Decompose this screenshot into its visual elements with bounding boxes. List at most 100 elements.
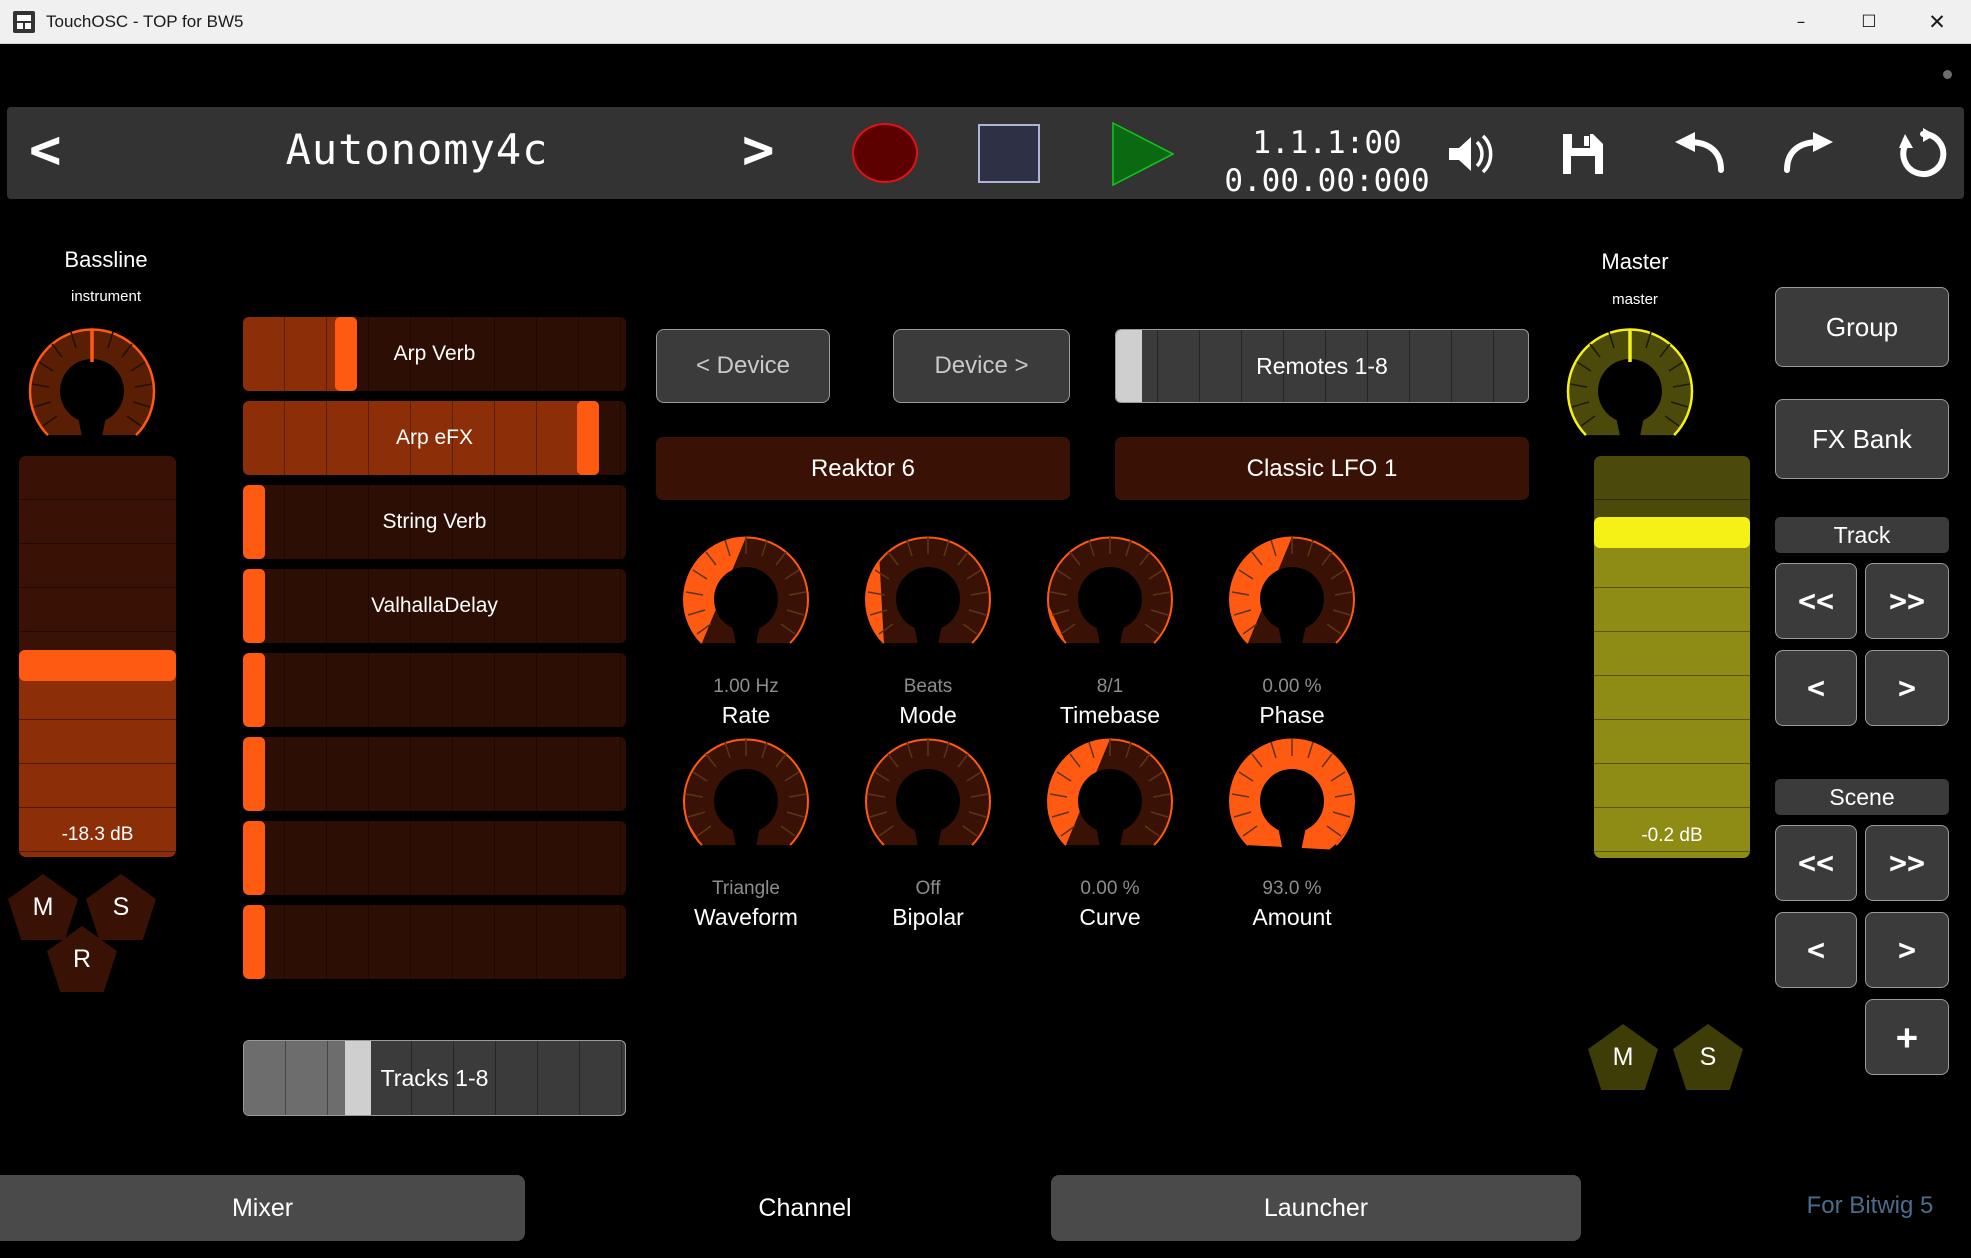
window-controls: – ☐ ✕ bbox=[1767, 0, 1971, 44]
knob-label: Waveform bbox=[694, 904, 798, 930]
knob-timebase[interactable] bbox=[1030, 524, 1190, 674]
master-mute-button[interactable]: M bbox=[1588, 1024, 1658, 1090]
next-page-button[interactable]: > bbox=[742, 123, 775, 177]
knob-value: Triangle bbox=[712, 878, 780, 899]
maximize-icon[interactable]: ☐ bbox=[1835, 0, 1903, 44]
knob-label: Bipolar bbox=[892, 904, 964, 930]
master-fader-grid bbox=[1594, 456, 1750, 858]
tab-mixer[interactable]: Mixer bbox=[0, 1175, 525, 1241]
remotes-bank-slider[interactable]: Remotes 1-8 bbox=[1115, 329, 1529, 403]
master-volume-value: -0.2 dB bbox=[1641, 825, 1703, 846]
track-section-label: Track bbox=[1775, 517, 1949, 553]
track-bank-label: Tracks 1-8 bbox=[380, 1064, 489, 1091]
knob-bipolar[interactable] bbox=[848, 726, 1008, 876]
add-scene-button[interactable]: + bbox=[1865, 999, 1949, 1075]
send-slider-row[interactable] bbox=[243, 737, 626, 811]
device-name-label[interactable]: Reaktor 6 bbox=[656, 437, 1070, 500]
track-volume-fader[interactable]: -18.3 dB bbox=[19, 456, 176, 857]
track-next-button[interactable]: > bbox=[1865, 650, 1949, 726]
knob-cell-timebase: 8/1 Timebase bbox=[1020, 524, 1200, 729]
knob-amount[interactable] bbox=[1212, 726, 1372, 876]
master-type-label: master bbox=[1612, 291, 1658, 308]
send-slider-row[interactable] bbox=[243, 821, 626, 895]
send-label: Arp Verb bbox=[393, 342, 476, 365]
knob-value: Off bbox=[915, 878, 941, 899]
send-label bbox=[243, 653, 626, 727]
scene-prev-button[interactable]: < bbox=[1775, 912, 1857, 988]
record-button[interactable] bbox=[852, 123, 918, 183]
knob-label: Rate bbox=[721, 702, 771, 728]
redo-icon[interactable] bbox=[1779, 125, 1841, 183]
track-pan-knob[interactable] bbox=[17, 316, 167, 466]
scene-section-label: Scene bbox=[1775, 779, 1949, 815]
next-device-button[interactable]: Device > bbox=[893, 329, 1070, 403]
knob-label: Amount bbox=[1252, 904, 1332, 930]
footer-label: For Bitwig 5 bbox=[1806, 1192, 1934, 1219]
timecode-bars: 1.1.1:00 bbox=[1252, 125, 1402, 161]
send-slider-row[interactable]: String Verb bbox=[243, 485, 626, 559]
track-prev-button[interactable]: < bbox=[1775, 650, 1857, 726]
knob-curve[interactable] bbox=[1030, 726, 1190, 876]
master-fader-handle[interactable] bbox=[1594, 517, 1750, 549]
knob-value: 93.0 % bbox=[1262, 878, 1322, 899]
loop-icon[interactable] bbox=[1892, 125, 1954, 183]
save-icon[interactable] bbox=[1552, 125, 1614, 183]
knob-label: Curve bbox=[1079, 904, 1141, 930]
knob-value: 0.00 % bbox=[1262, 676, 1322, 697]
remotes-bank-label: Remotes 1-8 bbox=[1256, 352, 1388, 379]
fx-bank-button[interactable]: FX Bank bbox=[1775, 399, 1949, 479]
knob-cell-bipolar: Off Bipolar bbox=[838, 726, 1018, 931]
tab-launcher[interactable]: Launcher bbox=[1051, 1175, 1581, 1241]
send-slider-row[interactable] bbox=[243, 905, 626, 979]
track-solo-button[interactable]: S bbox=[86, 874, 156, 940]
metronome-icon[interactable] bbox=[1440, 125, 1502, 183]
knob-mode[interactable] bbox=[848, 524, 1008, 674]
master-solo-button[interactable]: S bbox=[1673, 1024, 1743, 1090]
track-volume-value: -18.3 dB bbox=[61, 824, 134, 845]
knob-label: Mode bbox=[899, 702, 957, 728]
send-slider-list: Arp Verb Arp eFX String Verb ValhallaDel… bbox=[243, 317, 626, 989]
group-button[interactable]: Group bbox=[1775, 287, 1949, 367]
master-name-label: Master bbox=[1601, 249, 1669, 274]
track-mute-button[interactable]: M bbox=[8, 874, 78, 940]
app-window-icon bbox=[13, 10, 35, 33]
modulator-name-label[interactable]: Classic LFO 1 bbox=[1115, 437, 1529, 500]
track-bank-slider[interactable]: Tracks 1-8 bbox=[243, 1040, 626, 1116]
close-icon[interactable]: ✕ bbox=[1903, 0, 1971, 44]
knob-cell-rate: 1.00 Hz Rate bbox=[656, 524, 836, 729]
send-slider-row[interactable] bbox=[243, 653, 626, 727]
master-volume-fader[interactable]: -0.2 dB bbox=[1594, 456, 1750, 858]
prev-device-button[interactable]: < Device bbox=[656, 329, 830, 403]
transport-timecode: 1.1.1:00 0.00.00:000 bbox=[1222, 125, 1432, 201]
tab-channel[interactable]: Channel bbox=[700, 1175, 910, 1241]
send-slider-row[interactable]: ValhallaDelay bbox=[243, 569, 626, 643]
fader-handle[interactable] bbox=[19, 649, 176, 681]
knob-value: 1.00 Hz bbox=[713, 676, 779, 697]
track-type-label: instrument bbox=[70, 288, 142, 305]
track-next-bank-button[interactable]: >> bbox=[1865, 563, 1949, 639]
knob-phase[interactable] bbox=[1212, 524, 1372, 674]
touchosc-canvas: < Autonomy4c > 1.1.1:00 0.00.00:000 Bass… bbox=[0, 44, 1971, 1258]
minimize-icon[interactable]: – bbox=[1767, 0, 1835, 44]
top-strip bbox=[0, 44, 1971, 107]
knob-label: Timebase bbox=[1059, 702, 1161, 728]
track-prev-bank-button[interactable]: << bbox=[1775, 563, 1857, 639]
prev-page-button[interactable]: < bbox=[29, 123, 62, 177]
knob-value: 0.00 % bbox=[1080, 878, 1140, 899]
knob-label: Phase bbox=[1259, 702, 1325, 728]
scene-next-bank-button[interactable]: >> bbox=[1865, 825, 1949, 901]
scene-next-button[interactable]: > bbox=[1865, 912, 1949, 988]
scene-prev-bank-button[interactable]: << bbox=[1775, 825, 1857, 901]
undo-icon[interactable] bbox=[1667, 125, 1729, 183]
knob-cell-amount: 93.0 % Amount bbox=[1202, 726, 1382, 931]
send-label bbox=[243, 737, 626, 811]
send-slider-row[interactable]: Arp eFX bbox=[243, 401, 626, 475]
project-title: Autonomy4c bbox=[285, 125, 549, 174]
knob-rate[interactable] bbox=[666, 524, 826, 674]
master-pan-knob[interactable] bbox=[1555, 316, 1705, 466]
knob-value: 8/1 bbox=[1096, 676, 1124, 697]
knob-waveform[interactable] bbox=[666, 726, 826, 876]
knob-cell-curve: 0.00 % Curve bbox=[1020, 726, 1200, 931]
stop-button[interactable] bbox=[978, 124, 1040, 183]
send-slider-row[interactable]: Arp Verb bbox=[243, 317, 626, 391]
